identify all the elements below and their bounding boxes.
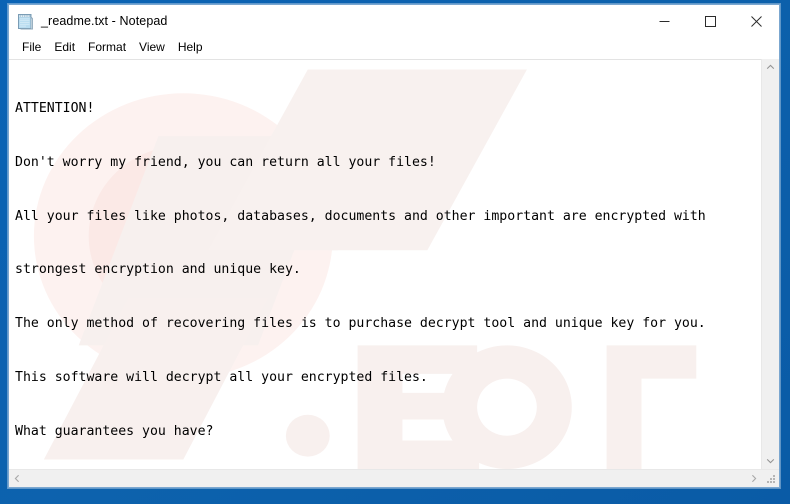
text-line: What guarantees you have? [15, 423, 214, 439]
title-bar[interactable]: _readme.txt - Notepad [9, 5, 779, 37]
vertical-scrollbar[interactable] [761, 59, 779, 469]
text-line: All your files like photos, databases, d… [15, 208, 706, 224]
notepad-icon [17, 13, 34, 30]
text-line: strongest encryption and unique key. [15, 262, 301, 278]
vertical-scrollbar-track[interactable] [762, 76, 779, 452]
window-title: _readme.txt - Notepad [41, 14, 168, 28]
text-line: The only method of recovering files is t… [15, 316, 706, 332]
scroll-left-icon[interactable] [9, 470, 26, 487]
menu-bar: File Edit Format View Help [9, 37, 779, 59]
close-button[interactable] [733, 5, 779, 37]
text-editor-area[interactable]: ATTENTION! Don't worry my friend, you ca… [9, 59, 761, 469]
menu-item-file[interactable]: File [16, 39, 48, 57]
scroll-up-icon[interactable] [762, 59, 779, 76]
window-resize-grip[interactable] [762, 470, 779, 487]
menu-item-format[interactable]: Format [82, 39, 133, 57]
readme-text-content[interactable]: ATTENTION! Don't worry my friend, you ca… [9, 60, 761, 469]
scroll-right-icon[interactable] [745, 470, 762, 487]
text-line: This software will decrypt all your encr… [15, 370, 428, 386]
minimize-button[interactable] [641, 5, 687, 37]
window-controls [641, 5, 779, 37]
horizontal-scrollbar[interactable] [9, 469, 779, 487]
text-line: ATTENTION! [15, 100, 95, 116]
maximize-button[interactable] [687, 5, 733, 37]
menu-item-view[interactable]: View [133, 39, 172, 57]
notepad-window: _readme.txt - Notepad File Edit Format V… [8, 4, 780, 488]
desktop-background: _readme.txt - Notepad File Edit Format V… [0, 0, 790, 504]
menu-item-help[interactable]: Help [172, 39, 210, 57]
text-line: Don't worry my friend, you can return al… [15, 154, 436, 170]
menu-item-edit[interactable]: Edit [48, 39, 82, 57]
horizontal-scrollbar-track[interactable] [26, 470, 745, 487]
scroll-down-icon[interactable] [762, 452, 779, 469]
document-body: ATTENTION! Don't worry my friend, you ca… [9, 59, 779, 487]
